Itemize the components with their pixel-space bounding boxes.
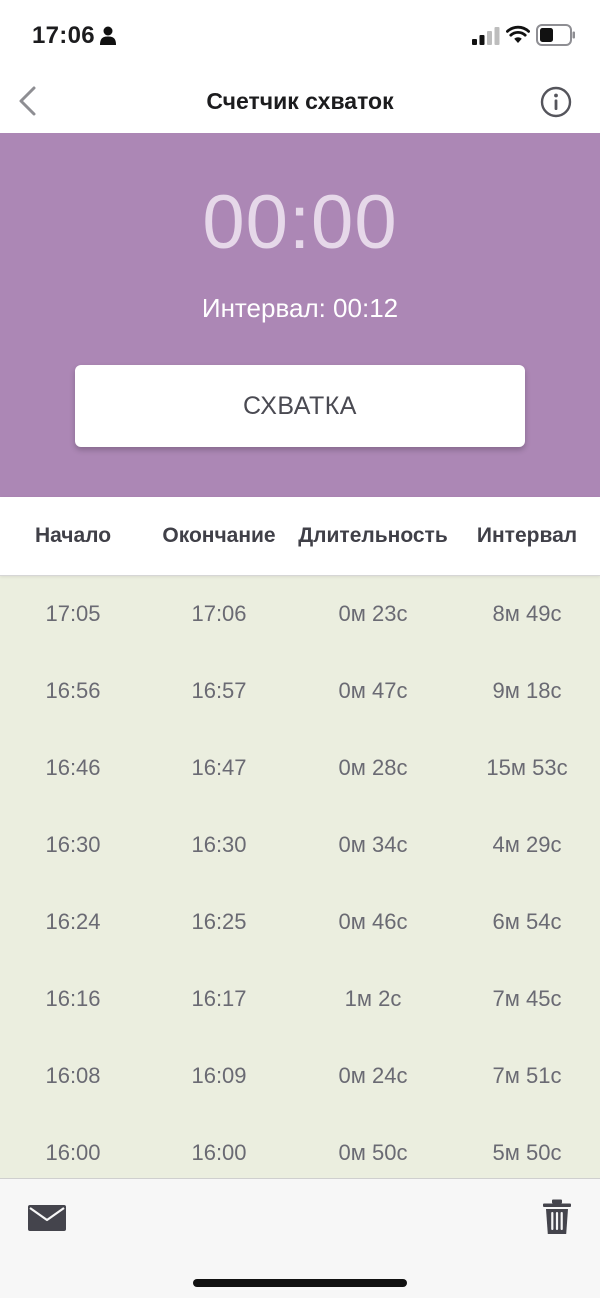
status-time: 17:06 xyxy=(32,22,95,49)
cell-start: 16:56 xyxy=(45,678,101,703)
cell-end: 16:00 xyxy=(191,1140,247,1165)
cell-end: 16:09 xyxy=(191,1063,247,1088)
cell-start: 16:16 xyxy=(45,986,101,1011)
table-row[interactable]: 17:05 17:06 0м 23с 8м 49с xyxy=(0,575,600,652)
column-header-interval: Интервал xyxy=(476,524,578,547)
trash-icon[interactable] xyxy=(542,1199,572,1235)
table-row[interactable]: 16:46 16:47 0м 28с 15м 53с xyxy=(0,729,600,806)
cell-start: 16:08 xyxy=(45,1063,101,1088)
table-row[interactable]: 16:08 16:09 0м 24с 7м 51с xyxy=(0,1037,600,1114)
bottom-toolbar xyxy=(0,1178,600,1298)
current-interval: Интервал: 00:12 xyxy=(201,293,399,323)
cell-start: 16:00 xyxy=(45,1140,101,1165)
cell-interval: 7м 45с xyxy=(492,986,562,1011)
cell-start: 17:05 xyxy=(45,601,101,626)
contractions-list[interactable]: 17:05 17:06 0м 23с 8м 49с 16:56 16:57 0м… xyxy=(0,575,600,1178)
cell-end: 17:06 xyxy=(191,601,247,626)
cell-interval: 7м 51с xyxy=(492,1063,562,1088)
table-row[interactable]: 16:16 16:17 1м 2с 7м 45с xyxy=(0,960,600,1037)
cell-start: 16:24 xyxy=(45,909,101,934)
battery-icon xyxy=(536,24,575,46)
cell-interval: 5м 50с xyxy=(492,1140,562,1165)
cell-interval: 8м 49с xyxy=(492,601,562,626)
cell-end: 16:17 xyxy=(191,986,247,1011)
cell-duration: 0м 28с xyxy=(338,755,408,780)
table-row[interactable]: 16:24 16:25 0м 46с 6м 54с xyxy=(0,883,600,960)
table-header: Начало Окончание Длительность Интервал xyxy=(0,497,600,576)
signal-icon xyxy=(472,27,500,45)
mail-icon[interactable] xyxy=(28,1204,66,1232)
cell-duration: 1м 2с xyxy=(344,986,402,1011)
cell-interval: 15м 53с xyxy=(486,755,568,780)
cell-interval: 6м 54с xyxy=(492,909,562,934)
cell-duration: 0м 24с xyxy=(338,1063,408,1088)
status-bar: 17:06 xyxy=(0,0,600,70)
wifi-icon xyxy=(506,25,530,43)
contraction-button[interactable]: СХВАТКА xyxy=(75,365,525,447)
column-header-end: Окончание xyxy=(162,524,276,547)
cell-start: 16:30 xyxy=(45,832,101,857)
column-header-start: Начало xyxy=(34,524,112,547)
table-row[interactable]: 16:30 16:30 0м 34с 4м 29с xyxy=(0,806,600,883)
table-row[interactable]: 16:56 16:57 0м 47с 9м 18с xyxy=(0,652,600,729)
column-header-duration: Длительность xyxy=(298,524,448,547)
person-icon xyxy=(100,26,116,45)
cell-duration: 0м 47с xyxy=(338,678,408,703)
cell-duration: 0м 50с xyxy=(338,1140,408,1165)
cell-end: 16:25 xyxy=(191,909,247,934)
cell-duration: 0м 34с xyxy=(338,832,408,857)
cell-interval: 4м 29с xyxy=(492,832,562,857)
cell-end: 16:30 xyxy=(191,832,247,857)
cell-duration: 0м 46с xyxy=(338,909,408,934)
cell-start: 16:46 xyxy=(45,755,101,780)
cell-interval: 9м 18с xyxy=(492,678,562,703)
table-row[interactable]: 16:00 16:00 0м 50с 5м 50с xyxy=(0,1114,600,1178)
cell-end: 16:47 xyxy=(191,755,247,780)
nav-bar: Счетчик схваток xyxy=(0,70,600,133)
timer-panel: 00:00 Интервал: 00:12 СХВАТКА xyxy=(0,133,600,497)
timer-display: 00:00 xyxy=(202,180,398,265)
info-icon[interactable] xyxy=(540,86,572,118)
home-indicator[interactable] xyxy=(193,1279,407,1287)
cell-duration: 0м 23с xyxy=(338,601,408,626)
cell-end: 16:57 xyxy=(191,678,247,703)
page-title: Счетчик схваток xyxy=(206,88,394,114)
